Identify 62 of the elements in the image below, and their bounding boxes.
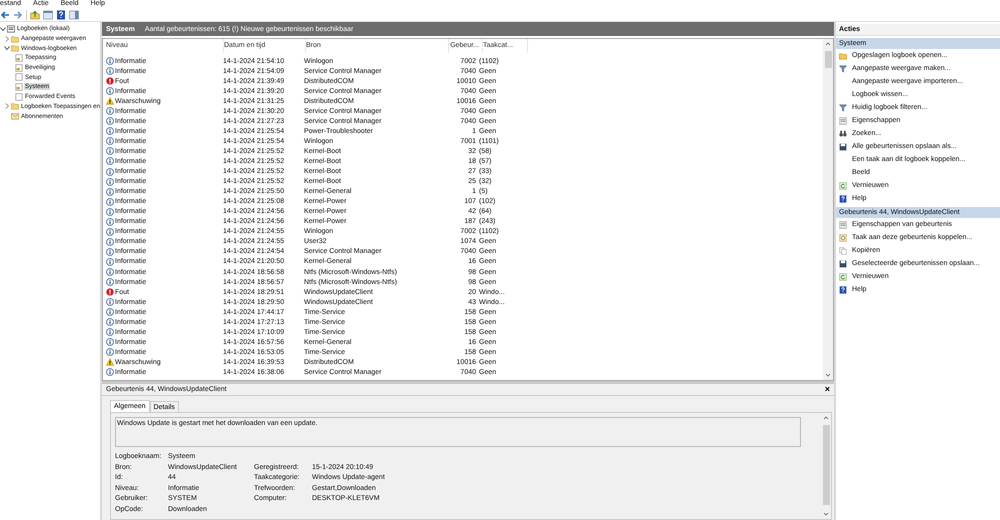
info-icon xyxy=(106,168,114,176)
save-icon xyxy=(839,142,847,150)
log-viewer-icon xyxy=(7,24,15,33)
info-icon xyxy=(106,147,114,156)
properties-icon xyxy=(839,116,847,124)
info-icon xyxy=(106,338,114,346)
panel-icon[interactable] xyxy=(43,10,53,20)
subscription-icon xyxy=(11,112,19,120)
scrollbar-thumb[interactable] xyxy=(822,425,830,505)
warning-icon xyxy=(106,97,114,106)
scrollbar[interactable] xyxy=(823,39,833,380)
filter-icon xyxy=(839,104,847,112)
info-icon xyxy=(106,157,114,166)
scrollbar[interactable] xyxy=(821,413,831,519)
help-icon xyxy=(839,194,847,202)
info-icon xyxy=(106,278,114,286)
info-icon xyxy=(106,328,114,336)
info-icon xyxy=(106,137,114,146)
help-icon xyxy=(839,286,847,294)
info-icon xyxy=(106,248,114,256)
log-icon xyxy=(15,92,23,101)
info-icon xyxy=(106,318,114,326)
refresh-icon xyxy=(839,272,847,280)
properties-icon xyxy=(839,220,847,228)
panel-icon[interactable] xyxy=(69,10,79,20)
info-icon xyxy=(106,368,114,376)
info-icon xyxy=(106,127,114,136)
info-icon xyxy=(106,218,114,226)
info-icon xyxy=(106,87,114,96)
binoculars-icon xyxy=(839,130,847,138)
info-icon xyxy=(106,188,114,196)
refresh-icon xyxy=(839,182,847,190)
save-icon xyxy=(839,260,847,268)
info-icon xyxy=(106,228,114,236)
info-icon xyxy=(106,258,114,266)
info-icon xyxy=(106,57,114,66)
info-icon xyxy=(106,268,114,276)
log-icon xyxy=(15,54,23,62)
info-icon xyxy=(106,208,114,216)
error-icon xyxy=(106,77,114,86)
copy-icon xyxy=(839,246,847,254)
info-icon xyxy=(106,178,114,186)
error-icon xyxy=(106,288,114,296)
info-icon xyxy=(106,308,114,316)
info-icon xyxy=(106,117,114,126)
forward-arrow-icon[interactable] xyxy=(13,10,23,20)
filter-icon xyxy=(839,64,847,72)
folder-icon xyxy=(839,52,847,60)
folder-up-icon[interactable] xyxy=(30,10,40,20)
info-icon xyxy=(106,67,114,76)
info-icon xyxy=(106,107,114,116)
warning-icon xyxy=(106,358,114,366)
info-icon xyxy=(106,198,114,206)
help-icon[interactable] xyxy=(56,10,66,20)
info-icon xyxy=(106,298,114,306)
back-arrow-icon[interactable] xyxy=(0,10,10,20)
task-icon xyxy=(839,234,847,242)
folder-icon xyxy=(11,102,19,110)
info-icon xyxy=(106,348,114,356)
info-icon xyxy=(106,238,114,246)
close-button[interactable]: × xyxy=(824,385,830,394)
scrollbar-thumb[interactable] xyxy=(824,51,832,68)
